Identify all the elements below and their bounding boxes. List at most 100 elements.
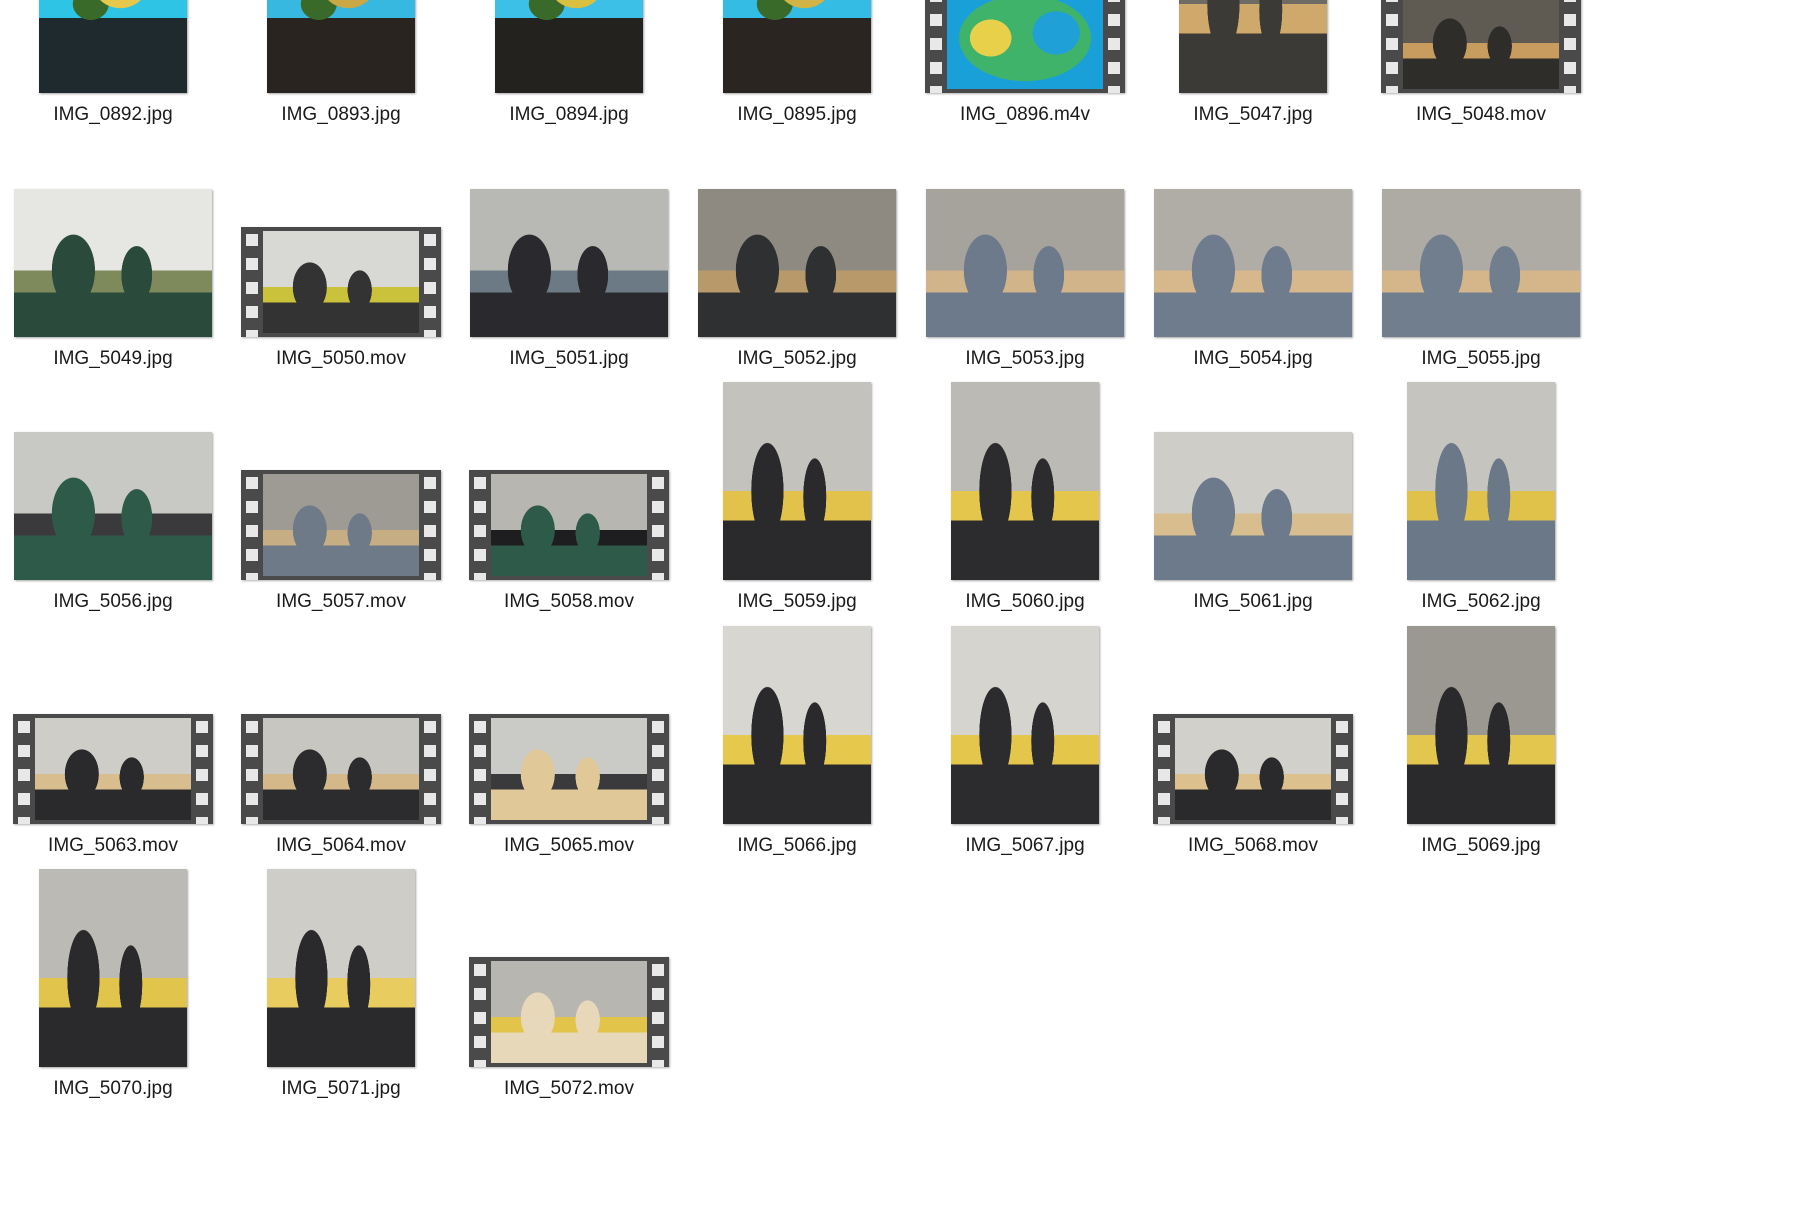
- file-item[interactable]: IMG_5071.jpg: [223, 869, 459, 1137]
- file-item[interactable]: IMG_5057.mov: [223, 470, 459, 650]
- video-thumbnail: [469, 957, 669, 1067]
- image-thumbnail: [14, 188, 212, 337]
- file-item[interactable]: IMG_5056.jpg: [0, 432, 231, 650]
- file-name: IMG_5066.jpg: [737, 834, 857, 856]
- file-item[interactable]: IMG_5059.jpg: [679, 382, 915, 650]
- image-thumbnail: [14, 432, 212, 580]
- video-thumbnail: [469, 713, 669, 824]
- image-thumbnail: [926, 188, 1124, 337]
- file-name: IMG_5070.jpg: [53, 1078, 173, 1099]
- file-item[interactable]: IMG_0896.m4v: [907, 0, 1143, 163]
- file-name: IMG_5056.jpg: [53, 591, 173, 612]
- filmstrip-holes: [469, 470, 491, 580]
- file-item[interactable]: IMG_5055.jpg: [1363, 188, 1599, 407]
- file-item[interactable]: IMG_5063.mov: [0, 713, 231, 894]
- image-thumbnail: [1179, 0, 1327, 93]
- file-item[interactable]: IMG_5054.jpg: [1135, 188, 1371, 407]
- filmstrip-holes: [241, 226, 263, 337]
- file-grid: IMG_0892.jpg IMG_0893.jpg IMG_0894.jpg IMG_…: [0, 0, 1804, 1221]
- video-thumbnail: [1153, 713, 1353, 824]
- image-thumbnail: [39, 869, 187, 1067]
- file-name: IMG_0896.m4v: [960, 104, 1090, 125]
- filmstrip-holes: [191, 713, 213, 824]
- file-item[interactable]: IMG_5053.jpg: [907, 188, 1143, 407]
- image-thumbnail: [267, 869, 415, 1067]
- file-item[interactable]: IMG_5066.jpg: [679, 625, 915, 894]
- file-name: IMG_0893.jpg: [281, 104, 401, 125]
- file-item[interactable]: IMG_0894.jpg: [451, 0, 687, 163]
- filmstrip-holes: [419, 226, 441, 337]
- image-thumbnail: [267, 0, 415, 93]
- video-frame: [491, 474, 647, 576]
- video-frame: [947, 0, 1103, 89]
- file-item[interactable]: IMG_5052.jpg: [679, 188, 915, 407]
- file-item[interactable]: IMG_5061.jpg: [1135, 432, 1371, 650]
- file-item[interactable]: IMG_5062.jpg: [1363, 382, 1599, 650]
- file-name: IMG_5065.mov: [504, 834, 634, 856]
- file-name: IMG_5064.mov: [276, 834, 406, 856]
- file-name: IMG_5058.mov: [504, 591, 634, 612]
- file-name: IMG_5050.mov: [276, 347, 406, 369]
- file-item[interactable]: IMG_0892.jpg: [0, 0, 231, 163]
- file-item[interactable]: IMG_5065.mov: [451, 713, 687, 894]
- file-item[interactable]: IMG_0895.jpg: [679, 0, 915, 163]
- image-thumbnail: [495, 0, 643, 93]
- filmstrip-holes: [925, 0, 947, 93]
- file-item[interactable]: IMG_5064.mov: [223, 713, 459, 894]
- filmstrip-holes: [241, 713, 263, 824]
- file-item[interactable]: IMG_5051.jpg: [451, 188, 687, 407]
- file-name: IMG_5061.jpg: [1193, 591, 1313, 612]
- file-name: IMG_5072.mov: [504, 1078, 634, 1099]
- filmstrip-holes: [469, 957, 491, 1067]
- file-name: IMG_5069.jpg: [1421, 834, 1541, 856]
- video-frame: [1175, 717, 1331, 820]
- filmstrip-holes: [1153, 713, 1175, 824]
- file-item[interactable]: IMG_5068.mov: [1135, 713, 1371, 894]
- filmstrip-holes: [13, 713, 35, 824]
- file-name: IMG_5059.jpg: [737, 591, 857, 612]
- file-item[interactable]: IMG_0893.jpg: [223, 0, 459, 163]
- file-item[interactable]: IMG_5050.mov: [223, 226, 459, 407]
- video-thumbnail: [469, 470, 669, 580]
- image-thumbnail: [1407, 382, 1555, 580]
- filmstrip-holes: [419, 713, 441, 824]
- video-frame: [491, 717, 647, 820]
- video-frame: [491, 961, 647, 1063]
- filmstrip-holes: [469, 713, 491, 824]
- file-name: IMG_5047.jpg: [1193, 104, 1313, 125]
- image-thumbnail: [723, 0, 871, 93]
- file-name: IMG_5054.jpg: [1193, 347, 1313, 369]
- image-thumbnail: [1154, 432, 1352, 580]
- file-item[interactable]: IMG_5048.mov: [1363, 0, 1599, 163]
- file-name: IMG_5052.jpg: [737, 347, 857, 369]
- filmstrip-holes: [1381, 0, 1403, 93]
- file-item[interactable]: IMG_5049.jpg: [0, 188, 231, 407]
- video-thumbnail: [241, 470, 441, 580]
- video-thumbnail: [241, 713, 441, 824]
- file-item[interactable]: IMG_5058.mov: [451, 470, 687, 650]
- file-name: IMG_0892.jpg: [53, 104, 173, 125]
- video-thumbnail: [925, 0, 1125, 93]
- filmstrip-holes: [419, 470, 441, 580]
- video-thumbnail: [1381, 0, 1581, 93]
- video-frame: [1403, 0, 1559, 89]
- file-item[interactable]: IMG_5047.jpg: [1135, 0, 1371, 163]
- file-name: IMG_5063.mov: [48, 834, 178, 856]
- filmstrip-holes: [1331, 713, 1353, 824]
- file-item[interactable]: IMG_5067.jpg: [907, 625, 1143, 894]
- video-frame: [263, 717, 419, 820]
- file-name: IMG_5048.mov: [1416, 104, 1546, 125]
- filmstrip-holes: [647, 957, 669, 1067]
- image-thumbnail: [723, 382, 871, 580]
- file-name: IMG_5062.jpg: [1421, 591, 1541, 612]
- video-frame: [263, 474, 419, 576]
- filmstrip-holes: [1103, 0, 1125, 93]
- file-item[interactable]: IMG_5069.jpg: [1363, 625, 1599, 894]
- file-item[interactable]: IMG_5060.jpg: [907, 382, 1143, 650]
- file-item[interactable]: IMG_5070.jpg: [0, 869, 231, 1137]
- file-name: IMG_5071.jpg: [281, 1078, 401, 1099]
- image-thumbnail: [698, 188, 896, 337]
- image-thumbnail: [1382, 188, 1580, 337]
- file-name: IMG_5068.mov: [1188, 834, 1318, 856]
- file-item[interactable]: IMG_5072.mov: [451, 957, 687, 1137]
